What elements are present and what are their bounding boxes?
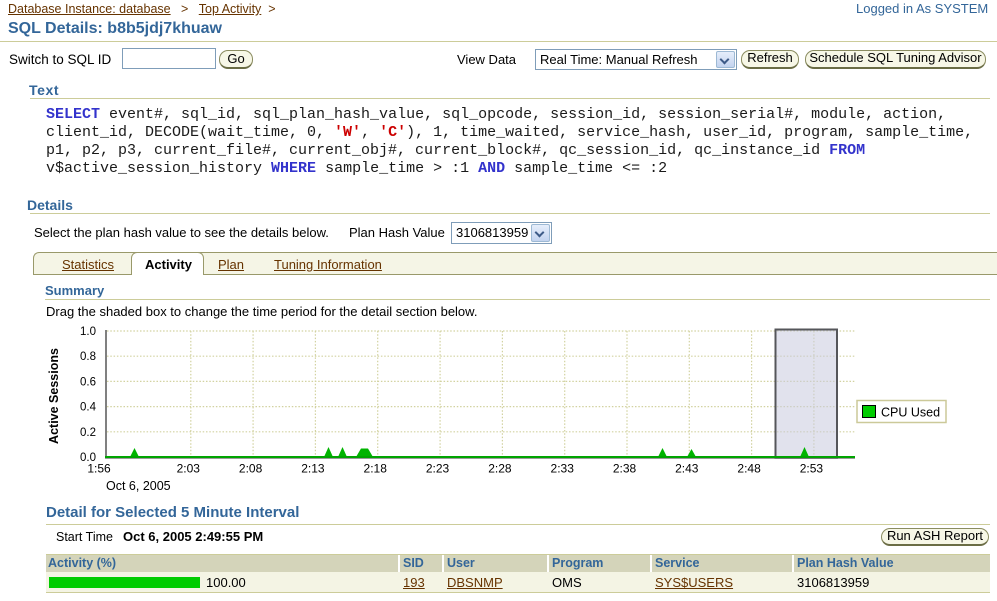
svg-text:CPU Used: CPU Used — [881, 406, 940, 420]
svg-text:2:28: 2:28 — [488, 462, 512, 476]
svg-text:Oct 6, 2005: Oct 6, 2005 — [106, 479, 171, 493]
svg-text:2:53: 2:53 — [800, 462, 824, 476]
svg-text:2:43: 2:43 — [675, 462, 699, 476]
svg-text:0.8: 0.8 — [80, 351, 96, 363]
svg-text:1:56: 1:56 — [87, 462, 111, 476]
svg-text:0.4: 0.4 — [80, 402, 97, 414]
svg-text:2:23: 2:23 — [426, 462, 450, 476]
svg-text:2:03: 2:03 — [177, 462, 201, 476]
svg-text:0.2: 0.2 — [80, 427, 96, 439]
svg-text:2:38: 2:38 — [613, 462, 637, 476]
svg-text:1.0: 1.0 — [80, 326, 96, 338]
svg-text:2:33: 2:33 — [551, 462, 575, 476]
svg-text:2:48: 2:48 — [737, 462, 761, 476]
svg-text:Active Sessions: Active Sessions — [47, 348, 61, 444]
svg-text:2:13: 2:13 — [301, 462, 325, 476]
svg-text:2:08: 2:08 — [239, 462, 263, 476]
svg-text:2:18: 2:18 — [364, 462, 388, 476]
svg-text:0.6: 0.6 — [80, 376, 96, 388]
